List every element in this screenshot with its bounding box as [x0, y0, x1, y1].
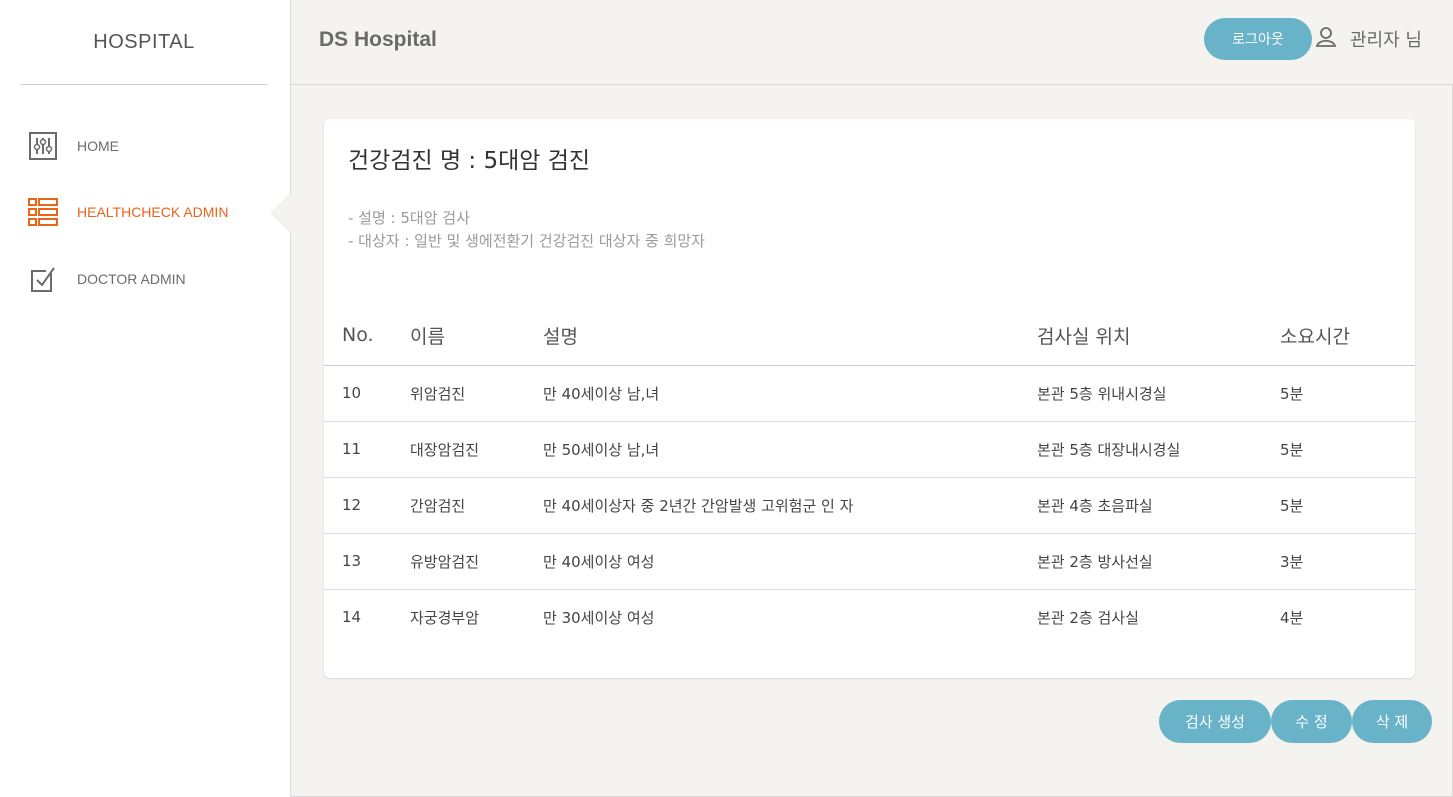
cell-desc: 만 50세이상 남,녀 — [525, 421, 1019, 478]
cell-name: 간암검진 — [392, 477, 525, 534]
exam-table: No. 이름 설명 검사실 위치 소요시간 10 위암검진 만 40세이상 남,… — [324, 306, 1415, 645]
delete-button[interactable]: 삭 제 — [1352, 700, 1432, 743]
brand-title[interactable]: DS Hospital — [319, 28, 437, 52]
sidebar-item-doctor-admin[interactable]: DOCTOR ADMIN — [28, 264, 278, 294]
cell-location: 본관 5층 대장내시경실 — [1019, 421, 1262, 478]
sidebar: HOSPITAL HOME HEALTHCHECK ADMIN DOCTOR A… — [0, 0, 291, 797]
active-indicator — [272, 194, 291, 232]
cell-no: 11 — [324, 421, 392, 478]
checkbox-icon — [28, 264, 58, 294]
cell-location: 본관 2층 검사실 — [1037, 608, 1139, 627]
cell-duration: 3분 — [1262, 533, 1415, 590]
cell-name: 위암검진 — [392, 365, 525, 422]
sidebar-item-label: HOME — [77, 138, 119, 154]
cell-name: 대장암검진 — [392, 421, 525, 478]
logout-button[interactable]: 로그아웃 — [1204, 18, 1312, 60]
card-description: - 설명 : 5대암 검사 - 대상자 : 일반 및 생에전환기 건강검진 대상… — [348, 207, 705, 253]
table-row[interactable]: 13 유방암검진 만 40세이상 여성 본관 2층 방사선실 3분 — [324, 533, 1415, 590]
cell-name: 자궁경부암 — [410, 608, 480, 627]
sliders-icon — [28, 131, 58, 161]
cell-desc: 만 40세이상자 중 2년간 간암발생 고위험군 인 자 — [525, 477, 1019, 534]
healthcheck-card: 건강검진 명 : 5대암 검진 - 설명 : 5대암 검사 - 대상자 : 일반… — [324, 119, 1415, 678]
cell-desc: 만 30세이상 여성 — [543, 608, 655, 627]
cell-desc: 만 40세이상 여성 — [525, 533, 1019, 590]
sidebar-logo[interactable]: HOSPITAL — [20, 0, 268, 85]
sidebar-item-home[interactable]: HOME — [28, 131, 278, 161]
top-navbar: DS Hospital 로그아웃 관리자 님 — [291, 0, 1453, 85]
cell-no: 13 — [324, 533, 392, 590]
sidebar-item-label: DOCTOR ADMIN — [77, 271, 186, 287]
description-line: - 설명 : 5대암 검사 — [348, 209, 470, 227]
column-header-desc: 설명 — [525, 306, 1019, 366]
cell-duration: 4분 — [1280, 608, 1304, 627]
cell-no: 14 — [342, 608, 362, 627]
edit-button[interactable]: 수 정 — [1271, 700, 1352, 743]
cell-duration: 5분 — [1262, 477, 1415, 534]
cell-name: 유방암검진 — [392, 533, 525, 590]
user-name[interactable]: 관리자 님 — [1350, 26, 1422, 52]
cell-desc: 만 40세이상 남,녀 — [525, 365, 1019, 422]
create-exam-button[interactable]: 검사 생성 — [1159, 700, 1271, 743]
cell-location: 본관 2층 방사선실 — [1019, 533, 1262, 590]
target-line: - 대상자 : 일반 및 생에전환기 건강검진 대상자 중 희망자 — [348, 232, 705, 250]
cell-no: 10 — [324, 365, 392, 422]
column-header-duration: 소요시간 — [1262, 306, 1415, 366]
column-header-name: 이름 — [392, 306, 525, 366]
table-row[interactable]: 12 간암검진 만 40세이상자 중 2년간 간암발생 고위험군 인 자 본관 … — [324, 477, 1415, 534]
list-icon — [28, 197, 58, 227]
cell-duration: 5분 — [1262, 421, 1415, 478]
sidebar-item-healthcheck-admin[interactable]: HEALTHCHECK ADMIN — [28, 197, 278, 227]
user-icon — [1315, 26, 1337, 48]
table-row[interactable]: 14 자궁경부암 만 30세이상 여성 본관 2층 검사실 4분 — [324, 589, 1415, 645]
cell-location: 본관 5층 위내시경실 — [1019, 365, 1262, 422]
table-row[interactable]: 11 대장암검진 만 50세이상 남,녀 본관 5층 대장내시경실 5분 — [324, 421, 1415, 478]
cell-no: 12 — [324, 477, 392, 534]
cell-location: 본관 4층 초음파실 — [1019, 477, 1262, 534]
column-header-no: No. — [324, 306, 392, 366]
table-header-row: No. 이름 설명 검사실 위치 소요시간 — [324, 306, 1415, 366]
table-row[interactable]: 10 위암검진 만 40세이상 남,녀 본관 5층 위내시경실 5분 — [324, 365, 1415, 422]
column-header-location: 검사실 위치 — [1019, 306, 1262, 366]
card-title: 건강검진 명 : 5대암 검진 — [348, 148, 591, 174]
sidebar-item-label: HEALTHCHECK ADMIN — [77, 204, 229, 220]
cell-duration: 5분 — [1262, 365, 1415, 422]
